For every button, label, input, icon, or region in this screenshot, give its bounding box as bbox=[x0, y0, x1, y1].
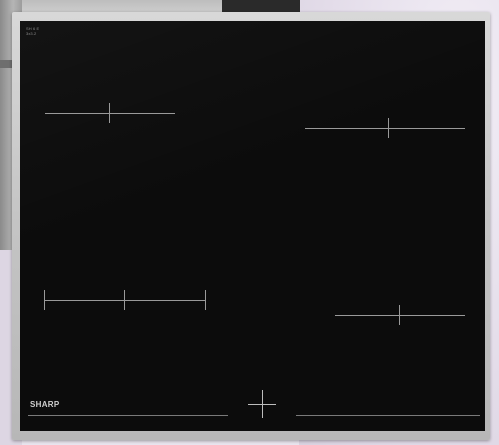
zone-marker-line bbox=[45, 113, 175, 114]
zone-end-tick bbox=[44, 290, 45, 310]
zone-marker-line bbox=[305, 128, 465, 129]
zone-marker-line bbox=[335, 315, 465, 316]
center-control-cross[interactable] bbox=[248, 390, 276, 418]
zone-marker-line bbox=[44, 300, 206, 301]
zone-center-tick bbox=[399, 305, 400, 325]
zone-center-tick bbox=[124, 290, 125, 310]
control-strip-right bbox=[296, 415, 480, 416]
zone-end-tick bbox=[205, 290, 206, 310]
brand-logo: SHARP bbox=[30, 400, 60, 409]
spec-label: SH 6 E 3x3.2 bbox=[26, 26, 40, 36]
induction-hob bbox=[12, 12, 490, 440]
control-strip-left bbox=[28, 415, 228, 416]
zone-center-tick bbox=[109, 103, 110, 123]
zone-center-tick bbox=[388, 118, 389, 138]
ceramic-glass-surface bbox=[20, 21, 485, 431]
